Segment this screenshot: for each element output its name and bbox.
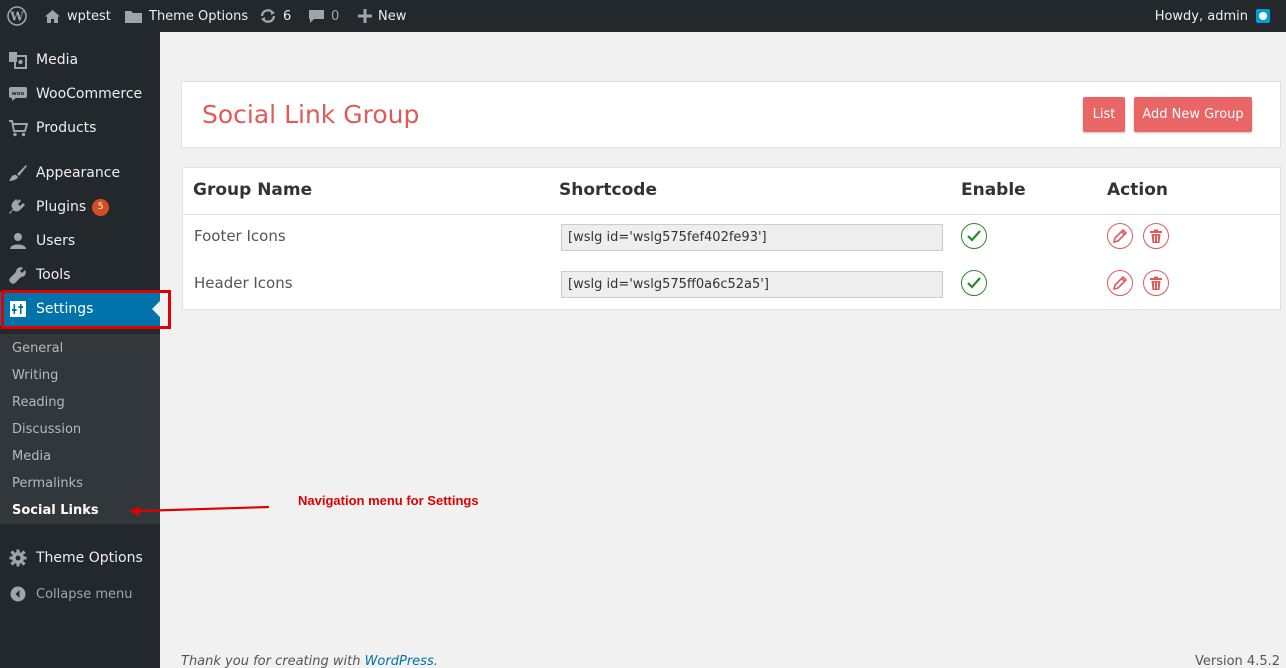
wordpress-logo-icon[interactable]: W xyxy=(7,0,27,32)
sidebar-item-media[interactable]: Media xyxy=(0,43,160,77)
sidebar-item-tools[interactable]: Tools xyxy=(0,258,160,292)
submenu-item-reading[interactable]: Reading xyxy=(12,395,65,410)
sidebar-item-label: Products xyxy=(36,120,97,136)
collapse-menu-button[interactable]: Collapse menu xyxy=(0,580,160,608)
sidebar-item-label: Users xyxy=(36,233,76,249)
edit-pencil-icon[interactable] xyxy=(1107,270,1133,296)
column-header-shortcode: Shortcode xyxy=(559,180,657,200)
sidebar-item-label: Media xyxy=(36,52,79,68)
annotation-arrow xyxy=(129,505,270,516)
updates-link[interactable]: 6 xyxy=(259,0,291,32)
list-button[interactable]: List xyxy=(1083,97,1125,132)
footer-thanks-prefix: Thank you for creating with xyxy=(181,654,365,668)
collapse-arrow-icon xyxy=(0,586,36,602)
sidebar-item-label: Plugins xyxy=(36,199,87,215)
gear-icon xyxy=(0,549,36,567)
settings-submenu: General Writing Reading Discussion Media… xyxy=(0,334,160,524)
submenu-item-discussion[interactable]: Discussion xyxy=(12,422,81,437)
sidebar-item-label: Theme Options xyxy=(36,550,143,566)
howdy-text: Howdy, admin xyxy=(1154,8,1248,24)
sidebar-item-label: Tools xyxy=(36,267,71,283)
user-icon xyxy=(0,232,36,250)
footer-thanks: Thank you for creating with WordPress. xyxy=(181,654,438,668)
site-name-link[interactable]: wptest xyxy=(44,0,111,32)
site-name: wptest xyxy=(67,8,111,24)
group-name-cell: Header Icons xyxy=(194,274,293,292)
column-header-enable: Enable xyxy=(961,180,1026,200)
refresh-icon xyxy=(260,9,276,23)
comments-link[interactable]: 0 xyxy=(308,0,339,32)
sidebar-item-label: WooCommerce xyxy=(36,86,143,102)
sidebar-item-users[interactable]: Users xyxy=(0,224,160,258)
add-new-group-button[interactable]: Add New Group xyxy=(1134,97,1252,132)
shortcode-field[interactable]: [wslg id='wslg575fef402fe93'] xyxy=(561,224,943,251)
column-header-group-name: Group Name xyxy=(193,180,313,200)
sidebar-item-label: Appearance xyxy=(36,165,121,181)
groups-table: Group Name Shortcode Enable Action Foote… xyxy=(182,167,1281,310)
new-content-link[interactable]: New xyxy=(358,0,406,32)
submenu-item-writing[interactable]: Writing xyxy=(12,368,58,383)
plugins-update-badge: 5 xyxy=(92,198,110,216)
comment-icon xyxy=(309,9,324,23)
comments-count: 0 xyxy=(331,8,340,24)
wordpress-link[interactable]: WordPress xyxy=(365,654,434,668)
admin-sidebar: Media woo WooCommerce Products Appearanc… xyxy=(0,32,160,668)
media-icon xyxy=(0,51,36,69)
plug-icon xyxy=(0,198,36,216)
shortcode-field[interactable]: [wslg id='wslg575ff0a6c52a5'] xyxy=(561,271,943,298)
delete-trash-icon[interactable] xyxy=(1143,223,1169,249)
delete-trash-icon[interactable] xyxy=(1143,270,1169,296)
svg-text:woo: woo xyxy=(12,91,25,97)
group-name-cell: Footer Icons xyxy=(194,227,286,245)
collapse-menu-label: Collapse menu xyxy=(36,586,133,602)
column-header-action: Action xyxy=(1107,180,1168,200)
admin-bar: W wptest Theme Options 6 0 New Howdy, ad… xyxy=(0,0,1286,32)
new-label: New xyxy=(378,8,407,24)
svg-text:W: W xyxy=(9,10,24,24)
sidebar-item-appearance[interactable]: Appearance xyxy=(0,156,160,190)
brush-icon xyxy=(0,164,36,182)
account-menu[interactable]: Howdy, admin xyxy=(1155,0,1270,32)
annotation-label: Navigation menu for Settings xyxy=(298,493,479,508)
submenu-item-permalinks[interactable]: Permalinks xyxy=(12,476,83,491)
table-header-divider xyxy=(183,214,1280,215)
footer-version: Version 4.5.2 xyxy=(1194,654,1280,668)
updates-count: 6 xyxy=(283,8,292,24)
sidebar-item-plugins[interactable]: Plugins 5 xyxy=(0,190,160,224)
submenu-item-general[interactable]: General xyxy=(12,341,63,356)
avatar xyxy=(1256,9,1270,23)
wrench-icon xyxy=(0,266,36,284)
submenu-item-social-links[interactable]: Social Links xyxy=(12,503,99,518)
submenu-item-media[interactable]: Media xyxy=(12,449,51,464)
edit-pencil-icon[interactable] xyxy=(1107,223,1133,249)
cart-icon xyxy=(0,119,36,137)
theme-options-label: Theme Options xyxy=(149,8,249,24)
sidebar-item-theme-options[interactable]: Theme Options xyxy=(0,541,160,575)
home-icon xyxy=(45,9,60,23)
plus-icon xyxy=(358,9,372,23)
page-title: Social Link Group xyxy=(202,100,420,129)
enabled-check-icon[interactable] xyxy=(961,270,987,296)
woocommerce-icon: woo xyxy=(0,86,36,102)
settings-highlight-box xyxy=(1,290,171,329)
enabled-check-icon[interactable] xyxy=(961,223,987,249)
folder-icon xyxy=(125,10,142,23)
footer-thanks-suffix: . xyxy=(433,654,438,668)
sidebar-item-products[interactable]: Products xyxy=(0,111,160,145)
theme-options-link[interactable]: Theme Options xyxy=(124,0,248,32)
sidebar-item-woocommerce[interactable]: woo WooCommerce xyxy=(0,77,160,111)
page-header-panel: Social Link Group List Add New Group xyxy=(181,81,1281,148)
